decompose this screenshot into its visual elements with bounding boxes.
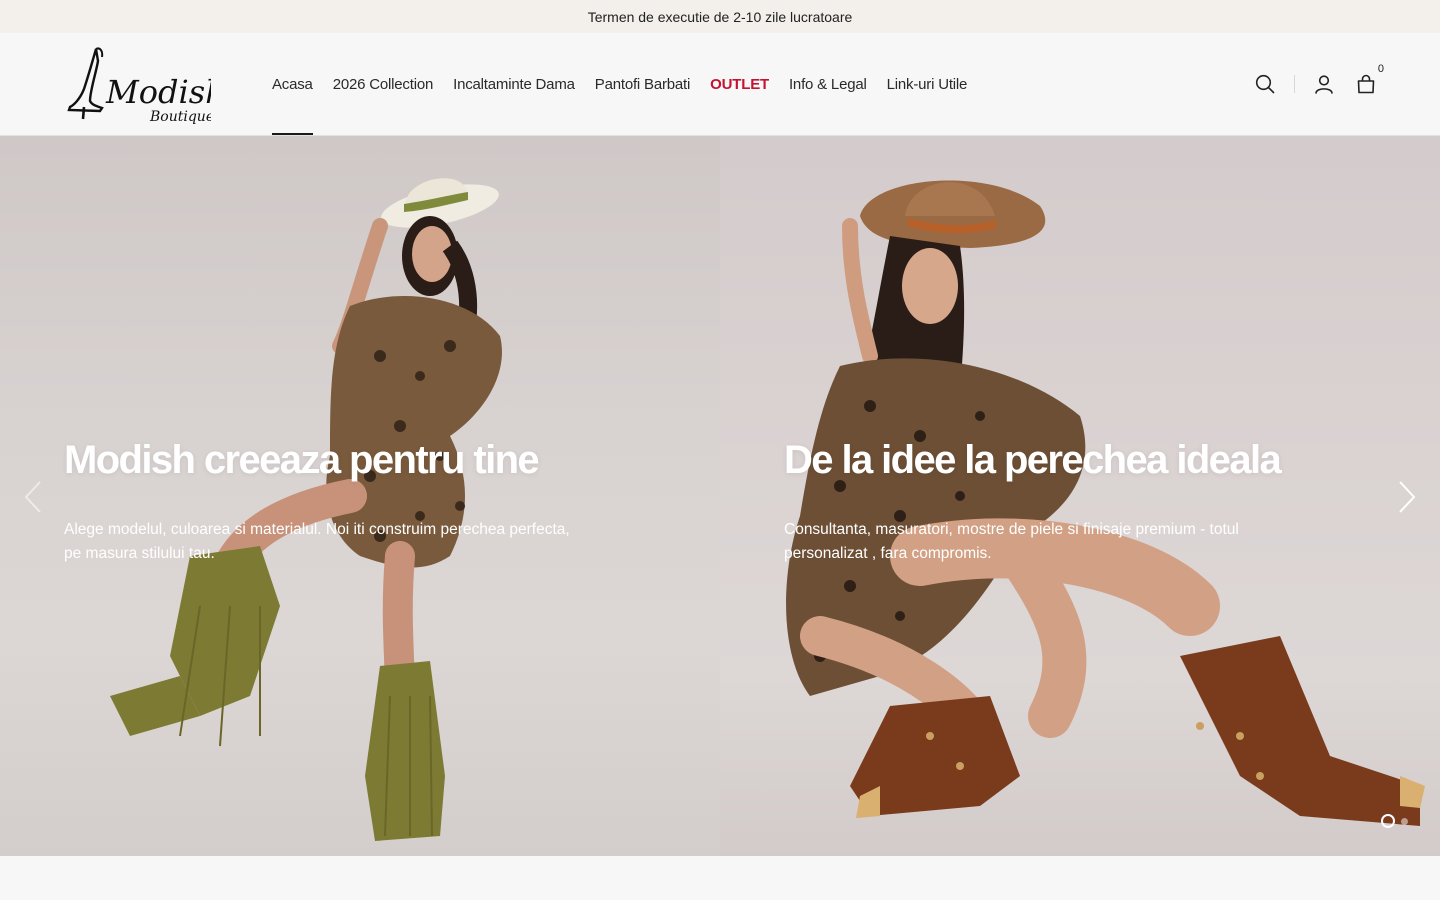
announcement-bar: Termen de executie de 2-10 zile lucratoa… <box>0 0 1440 33</box>
header-icons: 0 <box>1253 33 1384 135</box>
site-header: Modish Boutique Acasa 2026 Collection In… <box>0 33 1440 136</box>
slider-dot-2[interactable] <box>1401 817 1408 825</box>
nav-item-info-legal[interactable]: Info & Legal <box>779 33 877 135</box>
slide-2-subtitle: Consultanta, masuratori, mostre de piele… <box>784 521 1239 562</box>
logo[interactable]: Modish Boutique <box>66 43 226 125</box>
slide-2[interactable]: De la idee la perechea ideala Consultant… <box>720 136 1440 856</box>
nav-item-incaltaminte-dama[interactable]: Incaltaminte Dama <box>443 33 585 135</box>
user-icon[interactable] <box>1312 72 1336 96</box>
svg-text:Boutique: Boutique <box>149 109 211 125</box>
next-arrow-icon[interactable] <box>1396 480 1418 514</box>
nav-item-outlet[interactable]: OUTLET <box>700 33 779 135</box>
slide-1[interactable]: Modish creeaza pentru tine Alege modelul… <box>0 136 720 856</box>
announcement-text: Termen de executie de 2-10 zile lucratoa… <box>587 8 853 25</box>
logo-image: Modish Boutique <box>67 47 226 125</box>
prev-arrow-icon[interactable] <box>22 480 44 514</box>
slide-2-title: De la idee la perechea ideala <box>784 438 1282 482</box>
hero-slider: Modish creeaza pentru tine Alege modelul… <box>0 136 1440 856</box>
slider-dot-1[interactable] <box>1381 814 1395 828</box>
nav-item-acasa[interactable]: Acasa <box>272 33 323 135</box>
icon-divider <box>1294 75 1295 93</box>
nav-item-2026-collection[interactable]: 2026 Collection <box>323 33 443 135</box>
svg-text:Modish: Modish <box>105 73 211 111</box>
nav-item-link-uri-utile[interactable]: Link-uri Utile <box>877 33 978 135</box>
slide-1-title: Modish creeaza pentru tine <box>64 438 540 482</box>
page-content-start <box>0 856 1440 900</box>
slider-dots <box>1381 814 1408 828</box>
main-nav: Acasa 2026 Collection Incaltaminte Dama … <box>272 33 977 135</box>
nav-item-pantofi-barbati[interactable]: Pantofi Barbati <box>585 33 700 135</box>
bag-icon[interactable]: 0 <box>1354 63 1384 96</box>
slide-1-caption: Modish creeaza pentru tine Alege modelul… <box>64 436 584 566</box>
cart-count: 0 <box>1377 63 1384 75</box>
slide-2-caption: De la idee la perechea ideala Consultant… <box>784 436 1304 566</box>
search-icon[interactable] <box>1253 72 1277 96</box>
slide-1-subtitle: Alege modelul, culoarea si materialul. N… <box>64 521 570 562</box>
